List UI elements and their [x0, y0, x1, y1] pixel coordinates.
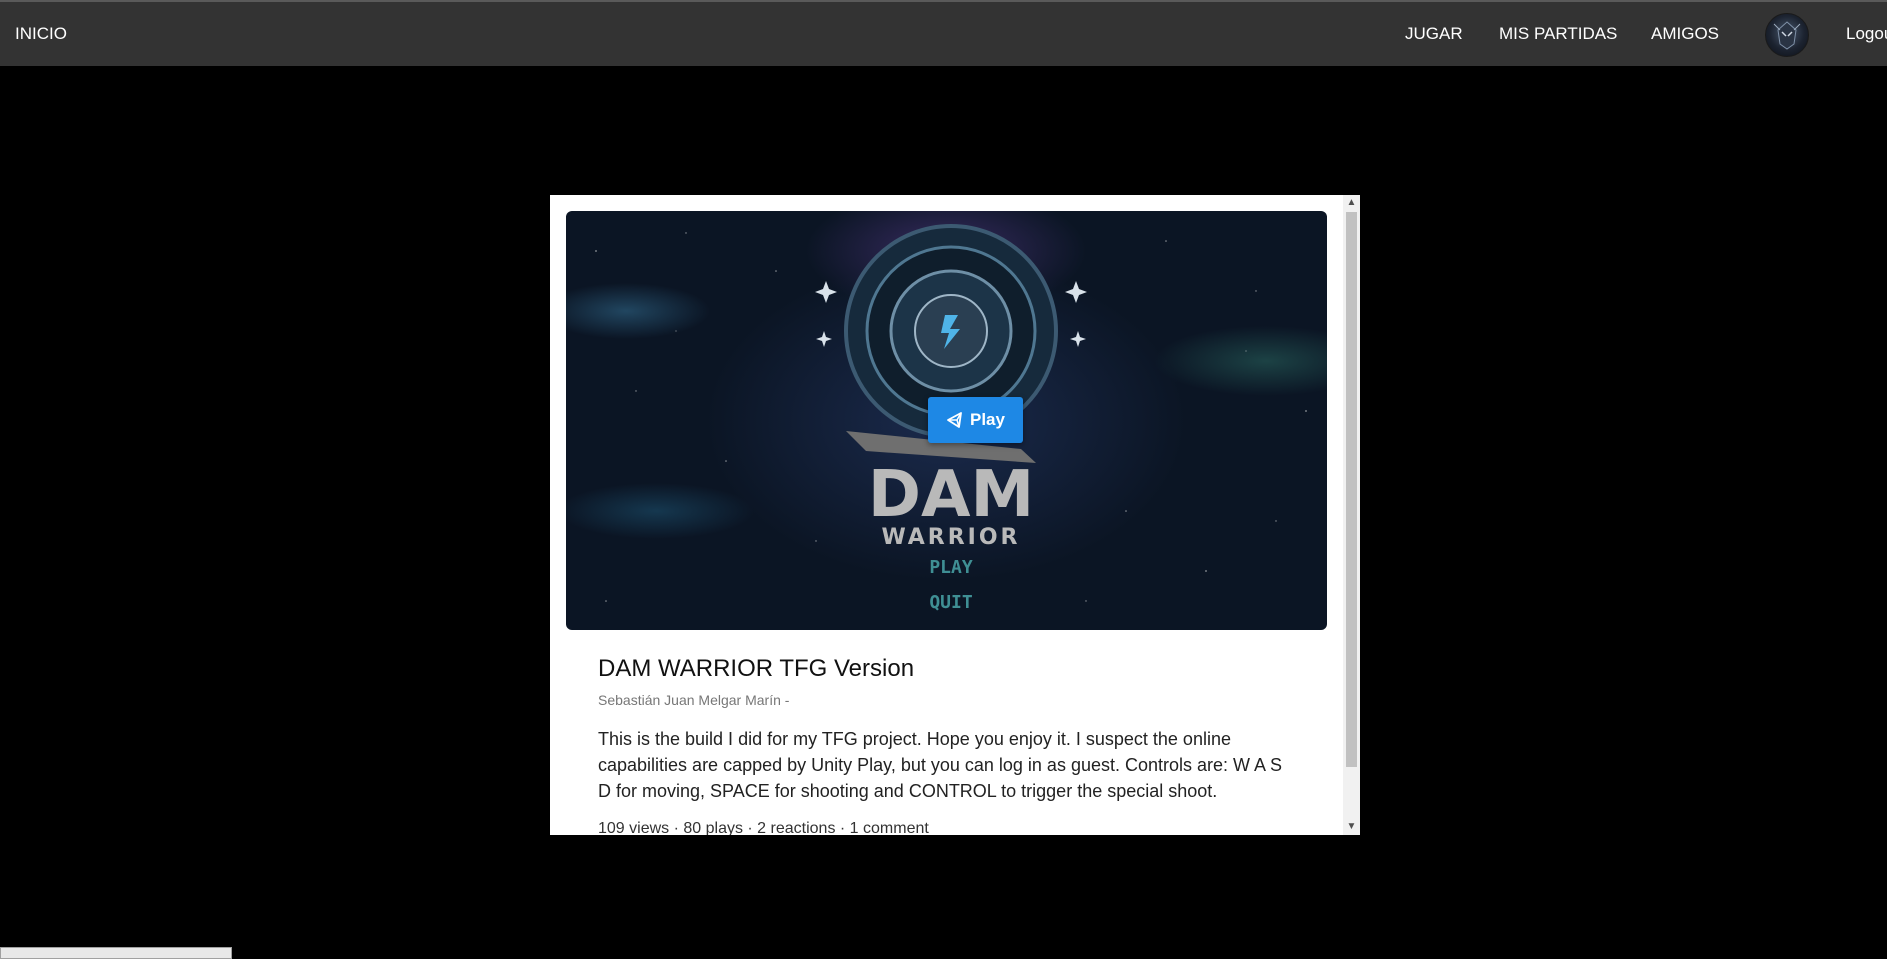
cover-logo-subtitle: WARRIOR	[881, 525, 1020, 550]
unity-logo-icon	[947, 412, 962, 428]
play-button-label: Play	[970, 410, 1005, 429]
nav-inicio-link[interactable]: INICIO	[15, 2, 67, 66]
cover-menu-quit: QUIT	[929, 592, 973, 613]
scroll-down-icon[interactable]: ▼	[1343, 819, 1360, 835]
game-title: DAM WARRIOR TFG Version	[598, 655, 915, 682]
play-button[interactable]: Play	[928, 397, 1023, 443]
nav-jugar-link[interactable]: JUGAR	[1405, 2, 1463, 66]
nav-amigos-link[interactable]: AMIGOS	[1651, 2, 1719, 66]
game-author[interactable]: Sebastián Juan Melgar Marín -	[598, 692, 789, 708]
status-bar-url	[0, 947, 232, 959]
nav-logout-link[interactable]: Logou	[1846, 2, 1887, 66]
embed-scrollbar[interactable]: ▲ ▼	[1343, 195, 1360, 835]
game-stats: 109 views · 80 plays · 2 reactions · 1 c…	[598, 820, 929, 835]
cover-logo-title: DAM	[868, 458, 1034, 532]
scroll-up-icon[interactable]: ▲	[1343, 195, 1360, 211]
game-description: This is the build I did for my TFG proje…	[598, 729, 1283, 801]
user-avatar[interactable]	[1765, 13, 1809, 57]
scrollbar-thumb[interactable]	[1346, 212, 1357, 767]
game-embed-frame: DAM WARRIOR PLAY QUIT Play DAM WARRIOR T…	[550, 195, 1360, 835]
game-cover-image: DAM WARRIOR PLAY QUIT Play	[566, 211, 1327, 630]
top-navbar: INICIO JUGAR MIS PARTIDAS AMIGOS Logou	[0, 0, 1887, 66]
nav-mis-partidas-link[interactable]: MIS PARTIDAS	[1499, 2, 1617, 66]
avatar-image	[1773, 21, 1801, 50]
cover-menu-play: PLAY	[929, 557, 973, 578]
